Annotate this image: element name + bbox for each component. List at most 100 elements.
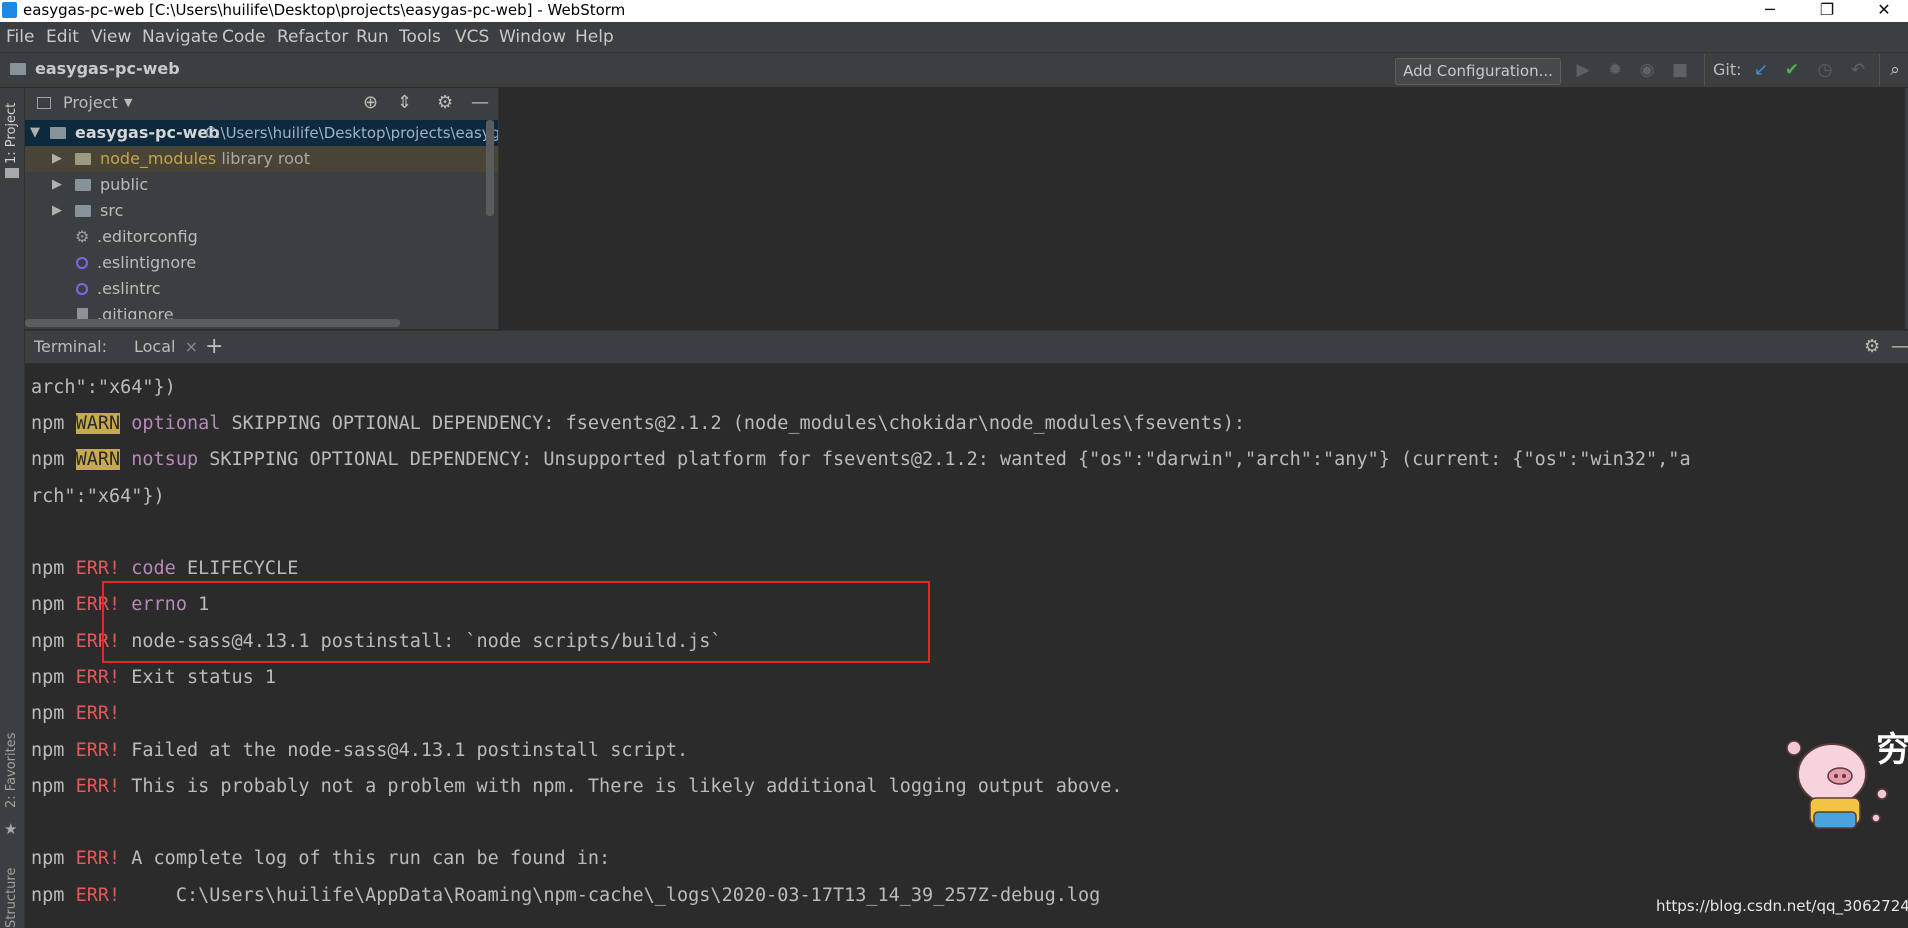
collapse-all-icon[interactable]: ⇕ bbox=[397, 88, 412, 118]
terminal-toolbar: Terminal: Local × + ⚙ — bbox=[25, 330, 1908, 363]
menu-help[interactable]: Help bbox=[575, 22, 614, 52]
menu-window[interactable]: Window bbox=[499, 22, 566, 52]
hide-panel-icon[interactable]: — bbox=[471, 88, 489, 118]
horizontal-scrollbar[interactable] bbox=[25, 319, 400, 327]
menu-view[interactable]: View bbox=[91, 22, 131, 52]
webstorm-app-icon bbox=[2, 2, 17, 18]
eslint-icon bbox=[76, 257, 88, 269]
tab-favorites[interactable]: 2: Favorites bbox=[4, 732, 19, 808]
npm-prefix: npm bbox=[31, 594, 76, 615]
breadcrumb-project: easygas-pc-web bbox=[35, 59, 180, 78]
hide-panel-icon[interactable]: — bbox=[1891, 331, 1908, 363]
git-label: Git: bbox=[1713, 60, 1742, 79]
npm-prefix: npm bbox=[31, 631, 76, 652]
close-button[interactable]: ✕ bbox=[1864, 0, 1904, 20]
search-everywhere-icon[interactable]: ⌕ bbox=[1884, 59, 1906, 81]
menu-file[interactable]: File bbox=[6, 22, 34, 52]
gear-icon[interactable]: ⚙ bbox=[437, 88, 453, 118]
git-rollback-icon[interactable]: ↶ bbox=[1847, 59, 1869, 81]
chevron-right-icon: ▶ bbox=[52, 203, 62, 218]
err-label: ERR! bbox=[75, 885, 121, 906]
item-name: .eslintignore bbox=[97, 253, 197, 272]
tab-project[interactable]: 1: Project bbox=[4, 103, 19, 164]
terminal-line: rch":"x64"}) bbox=[31, 486, 165, 507]
breadcrumb[interactable]: easygas-pc-web bbox=[10, 59, 180, 78]
npm-prefix: npm bbox=[31, 885, 76, 906]
run-icon[interactable]: ▶ bbox=[1572, 59, 1594, 81]
toolbar-divider bbox=[1704, 54, 1705, 86]
tree-item-node-modules[interactable]: ▶ node_modules library root bbox=[25, 146, 498, 172]
tree-item-eslintrc[interactable]: .eslintrc bbox=[25, 276, 498, 302]
chevron-down-icon[interactable]: ▼ bbox=[124, 88, 132, 118]
chevron-right-icon: ▶ bbox=[52, 151, 62, 166]
root-name-text: easygas-pc-web bbox=[75, 123, 220, 142]
err-label: ERR! bbox=[75, 558, 121, 579]
tree-root-path: C:\Users\huilife\Desktop\projects\easyga bbox=[205, 124, 498, 142]
tab-structure-label: Structure bbox=[4, 867, 19, 928]
window-titlebar: easygas-pc-web [C:\Users\huilife\Desktop… bbox=[0, 0, 1908, 22]
highlight-box bbox=[102, 581, 930, 663]
line-text: Failed at the node-sass@4.13.1 postinsta… bbox=[120, 740, 689, 761]
watermark: https://blog.csdn.net/qq_30627241 bbox=[1656, 897, 1908, 915]
warn-type: optional bbox=[120, 413, 221, 434]
left-tool-strip: 1: Project 2: Favorites ★ Structure bbox=[0, 88, 25, 928]
menu-tools[interactable]: Tools bbox=[399, 22, 441, 52]
npm-prefix: npm bbox=[31, 449, 76, 470]
menu-navigate[interactable]: Navigate bbox=[142, 22, 218, 52]
add-configuration-button[interactable]: Add Configuration... bbox=[1395, 58, 1561, 85]
terminal-line: npm ERR! C:\Users\huilife\AppData\Roamin… bbox=[31, 885, 1100, 907]
err-label: ERR! bbox=[75, 776, 121, 797]
stop-icon[interactable]: ■ bbox=[1669, 59, 1691, 81]
terminal-line: npm ERR! A complete log of this run can … bbox=[31, 848, 610, 870]
menu-bar: File Edit View Navigate Code Refactor Ru… bbox=[0, 22, 1908, 52]
terminal-line: npm ERR! Failed at the node-sass@4.13.1 … bbox=[31, 740, 688, 762]
line-text: This is probably not a problem with npm.… bbox=[120, 776, 1123, 797]
eslint-icon bbox=[76, 283, 88, 295]
tree-item-editorconfig[interactable]: ⚙ .editorconfig bbox=[25, 224, 498, 250]
git-history-icon[interactable]: ◷ bbox=[1814, 59, 1836, 81]
line-text: ELIFECYCLE bbox=[175, 558, 299, 579]
item-name: src bbox=[100, 201, 124, 220]
warn-badge: WARN bbox=[75, 449, 121, 470]
menu-edit[interactable]: Edit bbox=[46, 22, 79, 52]
err-label: ERR! bbox=[75, 703, 121, 724]
folder-icon bbox=[50, 127, 66, 139]
navigation-bar: easygas-pc-web Add Configuration... ▶ ✹ … bbox=[0, 52, 1908, 88]
tree-item-public[interactable]: ▶ public bbox=[25, 172, 498, 198]
editor-area[interactable] bbox=[499, 88, 1908, 329]
tab-structure[interactable]: Structure bbox=[4, 868, 19, 928]
tree-item-label: public bbox=[75, 172, 148, 198]
terminal-line: npm ERR! This is probably not a problem … bbox=[31, 776, 1123, 798]
npm-prefix: npm bbox=[31, 776, 76, 797]
restore-button[interactable]: ❐ bbox=[1807, 0, 1847, 20]
tab-local[interactable]: Local × bbox=[126, 331, 206, 363]
minimize-button[interactable]: ─ bbox=[1750, 0, 1790, 20]
coverage-icon[interactable]: ◉ bbox=[1636, 59, 1658, 81]
debug-icon[interactable]: ✹ bbox=[1604, 59, 1626, 81]
add-tab-icon[interactable]: + bbox=[205, 331, 223, 363]
folder-icon bbox=[10, 63, 26, 75]
menu-code[interactable]: Code bbox=[222, 22, 266, 52]
npm-prefix: npm bbox=[31, 703, 76, 724]
terminal-line: npm WARN optional SKIPPING OPTIONAL DEPE… bbox=[31, 413, 1245, 435]
line-text: C:\Users\huilife\AppData\Roaming\npm-cac… bbox=[120, 885, 1101, 906]
project-panel-title[interactable]: Project bbox=[63, 88, 118, 118]
tree-item-label: src bbox=[75, 198, 123, 224]
terminal-line: arch":"x64"}) bbox=[31, 377, 176, 398]
locate-icon[interactable]: ⊕ bbox=[363, 88, 378, 118]
menu-run[interactable]: Run bbox=[356, 22, 389, 52]
git-update-icon[interactable]: ↙ bbox=[1750, 59, 1772, 81]
menu-refactor[interactable]: Refactor bbox=[277, 22, 348, 52]
vertical-scrollbar[interactable] bbox=[486, 120, 494, 216]
gear-icon[interactable]: ⚙ bbox=[1864, 331, 1880, 363]
menu-vcs[interactable]: VCS bbox=[455, 22, 489, 52]
tree-item-eslintignore[interactable]: .eslintignore bbox=[25, 250, 498, 276]
project-view-icon bbox=[37, 97, 51, 109]
tree-root[interactable]: ▼ easygas-pc-web C:\Users\huilife\Deskto… bbox=[25, 120, 498, 146]
folder-icon bbox=[5, 168, 19, 178]
err-label: ERR! bbox=[75, 848, 121, 869]
tree-item-src[interactable]: ▶ src bbox=[25, 198, 498, 224]
folder-icon bbox=[75, 205, 91, 217]
git-commit-icon[interactable]: ✔ bbox=[1781, 59, 1803, 81]
close-tab-icon[interactable]: × bbox=[185, 337, 198, 356]
